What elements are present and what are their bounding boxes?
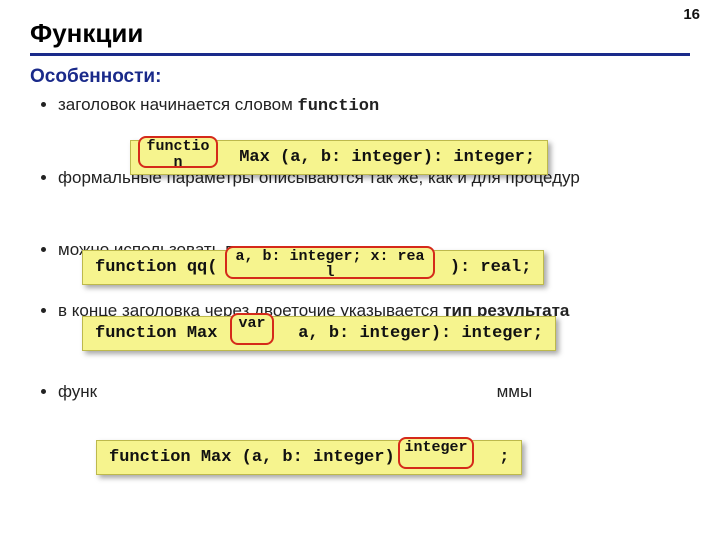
highlight-params: a, b: integer; x: real — [225, 246, 435, 279]
page-number: 16 — [683, 6, 700, 23]
highlight-function: function — [138, 136, 218, 168]
bullet-5-pre: функ — [58, 382, 97, 401]
bullet-5: функ ммы — [58, 381, 690, 402]
code-4-after: ; — [489, 448, 509, 467]
code-1-after: Max (a, b: integer): integer; — [229, 148, 535, 167]
code-2-after: ): real; — [440, 258, 532, 277]
highlight-var: var — [230, 313, 274, 345]
bullet-1: заголовок начинается словом function — [58, 94, 690, 117]
bullet-5-post: ммы — [497, 382, 533, 401]
slide-title: Функции — [30, 18, 690, 49]
code-3-before: function Max ( — [95, 324, 248, 343]
bullet-1-text: заголовок начинается словом — [58, 95, 298, 114]
code-box-3: function Max ( a, b: integer): integer; — [82, 316, 556, 351]
code-2-before: function qq( — [95, 258, 228, 277]
code-3-after: a, b: integer): integer; — [288, 324, 543, 343]
section-heading: Особенности: — [30, 66, 690, 88]
bullet-1-kw: function — [298, 97, 380, 116]
title-rule — [30, 53, 690, 56]
code-4-before: function Max (a, b: integer): — [109, 448, 415, 467]
highlight-integer: integer — [398, 437, 474, 469]
